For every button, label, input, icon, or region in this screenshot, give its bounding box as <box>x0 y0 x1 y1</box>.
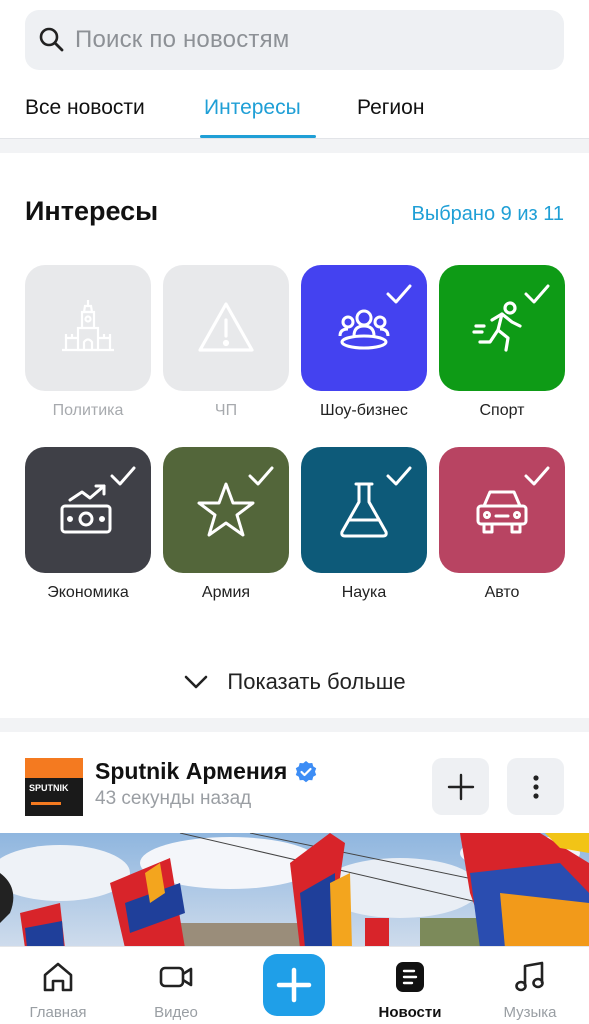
post-source-label: Sputnik Армения <box>95 758 288 784</box>
plus-icon <box>276 967 312 1003</box>
checkmark-icon <box>248 466 274 486</box>
video-camera-icon <box>159 966 193 988</box>
section-separator <box>0 139 589 153</box>
more-vertical-icon <box>532 774 539 799</box>
show-business-icon <box>338 309 390 350</box>
show-more-label: Показать больше <box>227 669 406 694</box>
interest-label-army: Армия <box>201 584 251 601</box>
running-man-icon <box>472 301 522 352</box>
warning-icon <box>198 302 254 352</box>
interest-tile-economy[interactable] <box>25 447 151 573</box>
logo-text: SPUTNIK <box>29 783 69 793</box>
search-input[interactable]: Поиск по новостям <box>25 10 564 70</box>
post-header: SPUTNIK Sputnik Армения 43 секунды назад <box>0 740 589 830</box>
source-logo[interactable]: SPUTNIK <box>25 758 83 816</box>
nav-label-news: Новости <box>378 1004 442 1021</box>
interest-label-emergency: ЧП <box>214 402 238 419</box>
search-placeholder: Поиск по новостям <box>75 26 290 53</box>
kremlin-icon <box>62 300 114 352</box>
interest-label-show-business: Шоу-бизнес <box>320 402 408 419</box>
news-icon <box>396 962 424 992</box>
interest-tile-sport[interactable] <box>439 265 565 391</box>
post-source-name[interactable]: Sputnik Армения <box>95 758 318 785</box>
more-options-button[interactable] <box>507 758 564 815</box>
flask-icon <box>340 482 388 538</box>
interest-label-economy: Экономика <box>47 584 129 601</box>
checkmark-icon <box>386 466 412 486</box>
checkmark-icon <box>386 284 412 304</box>
nav-item-video[interactable]: Видео <box>121 947 231 1024</box>
tab-interests[interactable]: Интересы <box>204 96 301 120</box>
post-timestamp: 43 секунды назад <box>95 788 252 809</box>
verified-badge-icon <box>296 760 317 782</box>
checkmark-icon <box>110 466 136 486</box>
nav-item-home[interactable]: Главная <box>3 947 113 1024</box>
interest-tile-science[interactable] <box>301 447 427 573</box>
music-note-icon <box>515 961 544 992</box>
tab-bar: Все новости Интересы Регион <box>0 80 589 138</box>
search-icon <box>39 27 64 52</box>
interest-tile-show-business[interactable] <box>301 265 427 391</box>
nav-label-music: Музыка <box>503 1004 557 1021</box>
post-image[interactable] <box>0 833 589 948</box>
nav-label-video: Видео <box>154 1004 198 1021</box>
interest-tile-emergency[interactable] <box>163 265 289 391</box>
interest-tile-army[interactable] <box>163 447 289 573</box>
interest-label-sport: Спорт <box>479 402 525 419</box>
home-icon <box>43 962 73 992</box>
section-separator <box>0 718 589 732</box>
nav-item-news[interactable]: Новости <box>355 947 465 1024</box>
sputnik-logo: SPUTNIK <box>25 758 83 816</box>
selected-count[interactable]: Выбрано 9 из 11 <box>412 203 564 226</box>
flags-photo <box>0 833 589 948</box>
nav-item-music[interactable]: Музыка <box>475 947 585 1024</box>
checkmark-icon <box>524 284 550 304</box>
interest-label-science: Наука <box>341 584 387 601</box>
tab-region[interactable]: Регион <box>357 96 424 120</box>
money-growth-icon <box>60 484 112 534</box>
plus-icon <box>447 773 474 800</box>
car-icon <box>476 490 528 534</box>
interest-tile-politics[interactable] <box>25 265 151 391</box>
show-more-button[interactable]: Показать больше <box>0 662 589 702</box>
checkmark-icon <box>524 466 550 486</box>
nav-label-home: Главная <box>29 1004 87 1021</box>
section-title: Интересы <box>25 196 159 226</box>
chevron-down-icon <box>185 675 208 689</box>
interest-label-auto: Авто <box>484 584 520 601</box>
tab-all-news[interactable]: Все новости <box>25 96 145 120</box>
create-post-button[interactable] <box>263 954 325 1016</box>
interest-label-politics: Политика <box>52 402 124 419</box>
star-icon <box>197 482 255 537</box>
subscribe-button[interactable] <box>432 758 489 815</box>
interest-tile-auto[interactable] <box>439 447 565 573</box>
